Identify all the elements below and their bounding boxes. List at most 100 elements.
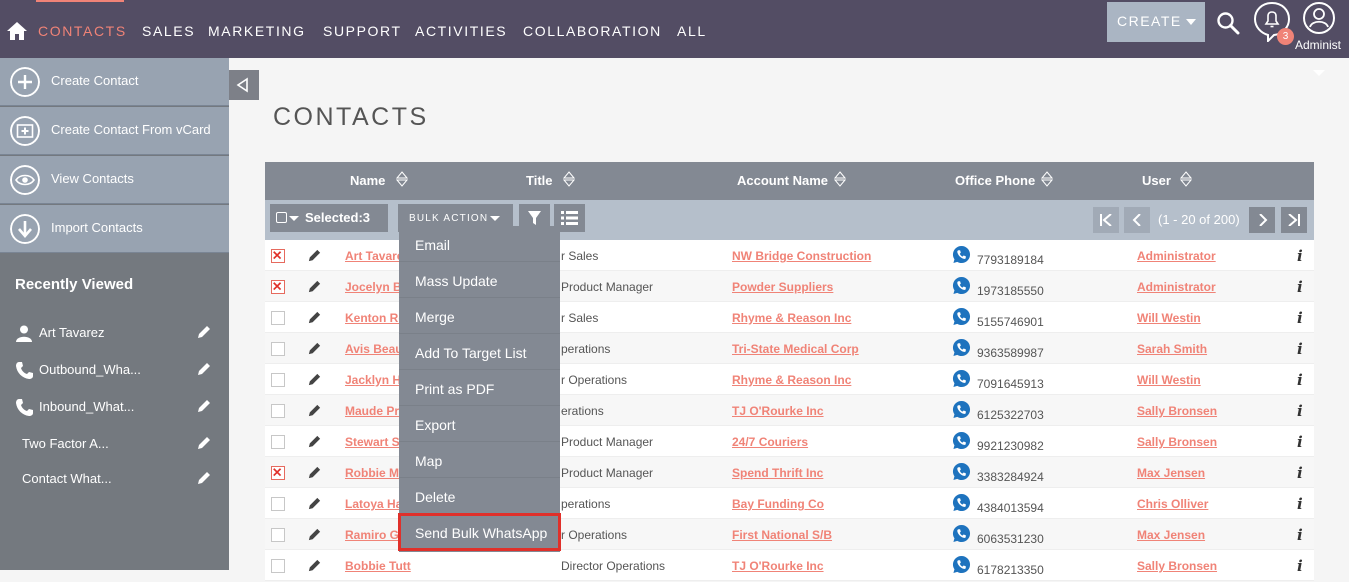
account-name-link[interactable]: Bay Funding Co [732, 497, 824, 511]
whatsapp-icon[interactable] [952, 338, 971, 357]
sidebar-view-contacts[interactable]: View Contacts [0, 156, 229, 204]
assigned-user-link[interactable]: Sally Bronsen [1137, 435, 1217, 449]
account-name-link[interactable]: TJ O'Rourke Inc [732, 404, 824, 418]
pencil-icon[interactable] [307, 558, 322, 573]
info-icon[interactable]: i [1297, 402, 1303, 420]
row-checkbox[interactable] [271, 466, 285, 480]
account-name-link[interactable]: TJ O'Rourke Inc [732, 559, 824, 573]
assigned-user-link[interactable]: Sarah Smith [1137, 342, 1207, 356]
recent-item[interactable]: Contact What... [0, 465, 229, 495]
info-icon[interactable]: i [1297, 464, 1303, 482]
pencil-icon[interactable] [307, 372, 322, 387]
column-header-phone[interactable]: Office Phone [955, 173, 1035, 188]
whatsapp-icon[interactable] [952, 276, 971, 295]
column-header-title[interactable]: Title [526, 173, 553, 188]
assigned-user-link[interactable]: Will Westin [1137, 311, 1201, 325]
contact-name-link[interactable]: Stewart St [345, 435, 404, 449]
sort-icon[interactable] [1041, 171, 1053, 187]
contact-name-link[interactable]: Kenton Ro [345, 311, 406, 325]
assigned-user-link[interactable]: Chris Olliver [1137, 497, 1208, 511]
column-header-account[interactable]: Account Name [737, 173, 828, 188]
account-name-link[interactable]: Rhyme & Reason Inc [732, 311, 851, 325]
whatsapp-icon[interactable] [952, 245, 971, 264]
next-page-button[interactable] [1249, 207, 1275, 233]
recent-item[interactable]: Outbound_Wha... [0, 356, 229, 386]
search-icon[interactable] [1216, 11, 1240, 35]
pencil-icon[interactable] [307, 527, 322, 542]
previous-page-button[interactable] [1124, 207, 1150, 233]
bulk-menu-item-send-bulk-whatsapp[interactable]: Send Bulk WhatsApp [398, 513, 561, 551]
whatsapp-icon[interactable] [952, 524, 971, 543]
account-name-link[interactable]: First National S/B [732, 528, 832, 542]
info-icon[interactable]: i [1297, 495, 1303, 513]
pencil-icon[interactable] [307, 279, 322, 294]
row-checkbox[interactable] [271, 342, 285, 356]
assigned-user-link[interactable]: Administrator [1137, 280, 1216, 294]
sort-icon[interactable] [834, 171, 846, 187]
row-checkbox[interactable] [271, 497, 285, 511]
pencil-icon[interactable] [196, 361, 212, 377]
user-menu-caret-icon[interactable] [1313, 70, 1325, 76]
sidebar-collapse-button[interactable] [229, 70, 259, 100]
nav-sales[interactable]: SALES [142, 23, 195, 39]
account-name-link[interactable]: Rhyme & Reason Inc [732, 373, 851, 387]
sort-icon[interactable] [1180, 171, 1192, 187]
bulk-menu-item-map[interactable]: Map [399, 442, 560, 478]
account-name-link[interactable]: NW Bridge Construction [732, 249, 871, 263]
nav-all[interactable]: ALL [677, 23, 707, 39]
bulk-menu-item-merge[interactable]: Merge [399, 298, 560, 334]
assigned-user-link[interactable]: Will Westin [1137, 373, 1201, 387]
whatsapp-icon[interactable] [952, 555, 971, 574]
bulk-menu-item-print-as-pdf[interactable]: Print as PDF [399, 370, 560, 406]
contact-name-link[interactable]: Latoya Ha [345, 497, 402, 511]
sort-icon[interactable] [563, 171, 575, 187]
info-icon[interactable]: i [1297, 557, 1303, 575]
info-icon[interactable]: i [1297, 278, 1303, 296]
whatsapp-icon[interactable] [952, 400, 971, 419]
row-checkbox[interactable] [271, 249, 285, 263]
recent-item[interactable]: Art Tavarez [0, 319, 229, 349]
nav-marketing[interactable]: MARKETING [208, 23, 306, 39]
account-name-link[interactable]: Powder Suppliers [732, 280, 833, 294]
pencil-icon[interactable] [307, 310, 322, 325]
nav-collaboration[interactable]: COLLABORATION [523, 23, 662, 39]
pencil-icon[interactable] [196, 435, 212, 451]
contact-name-link[interactable]: Art Tavare [345, 249, 403, 263]
recent-item[interactable]: Two Factor A... [0, 430, 229, 460]
assigned-user-link[interactable]: Max Jensen [1137, 528, 1205, 542]
row-checkbox[interactable] [271, 373, 285, 387]
first-page-button[interactable] [1093, 207, 1119, 233]
home-icon[interactable] [6, 20, 28, 42]
contact-name-link[interactable]: Bobbie Tutt [345, 559, 411, 573]
info-icon[interactable]: i [1297, 526, 1303, 544]
info-icon[interactable]: i [1297, 309, 1303, 327]
whatsapp-icon[interactable] [952, 431, 971, 450]
bulk-menu-item-mass-update[interactable]: Mass Update [399, 262, 560, 298]
row-checkbox[interactable] [271, 311, 285, 325]
create-button[interactable]: CREATE [1107, 2, 1205, 42]
sidebar-import-contacts[interactable]: Import Contacts [0, 205, 229, 253]
nav-contacts[interactable]: CONTACTS [38, 23, 127, 39]
last-page-button[interactable] [1281, 207, 1307, 233]
column-header-name[interactable]: Name [350, 173, 385, 188]
info-icon[interactable]: i [1297, 247, 1303, 265]
recent-item[interactable]: Inbound_What... [0, 393, 229, 423]
pencil-icon[interactable] [307, 341, 322, 356]
row-checkbox[interactable] [271, 435, 285, 449]
sidebar-create-contact[interactable]: Create Contact [0, 58, 229, 106]
account-name-link[interactable]: Spend Thrift Inc [732, 466, 823, 480]
sort-icon[interactable] [396, 171, 408, 187]
nav-activities[interactable]: ACTIVITIES [415, 23, 507, 39]
pencil-icon[interactable] [307, 434, 322, 449]
contact-name-link[interactable]: Robbie Ma [345, 466, 406, 480]
user-avatar-icon[interactable] [1302, 1, 1336, 35]
account-name-link[interactable]: 24/7 Couriers [732, 435, 808, 449]
row-checkbox[interactable] [271, 280, 285, 294]
pencil-icon[interactable] [307, 403, 322, 418]
assigned-user-link[interactable]: Sally Bronsen [1137, 559, 1217, 573]
bulk-menu-item-add-to-target-list[interactable]: Add To Target List [399, 334, 560, 370]
nav-support[interactable]: SUPPORT [323, 23, 402, 39]
bulk-menu-item-email[interactable]: Email [399, 226, 560, 262]
bulk-menu-item-export[interactable]: Export [399, 406, 560, 442]
pencil-icon[interactable] [307, 465, 322, 480]
